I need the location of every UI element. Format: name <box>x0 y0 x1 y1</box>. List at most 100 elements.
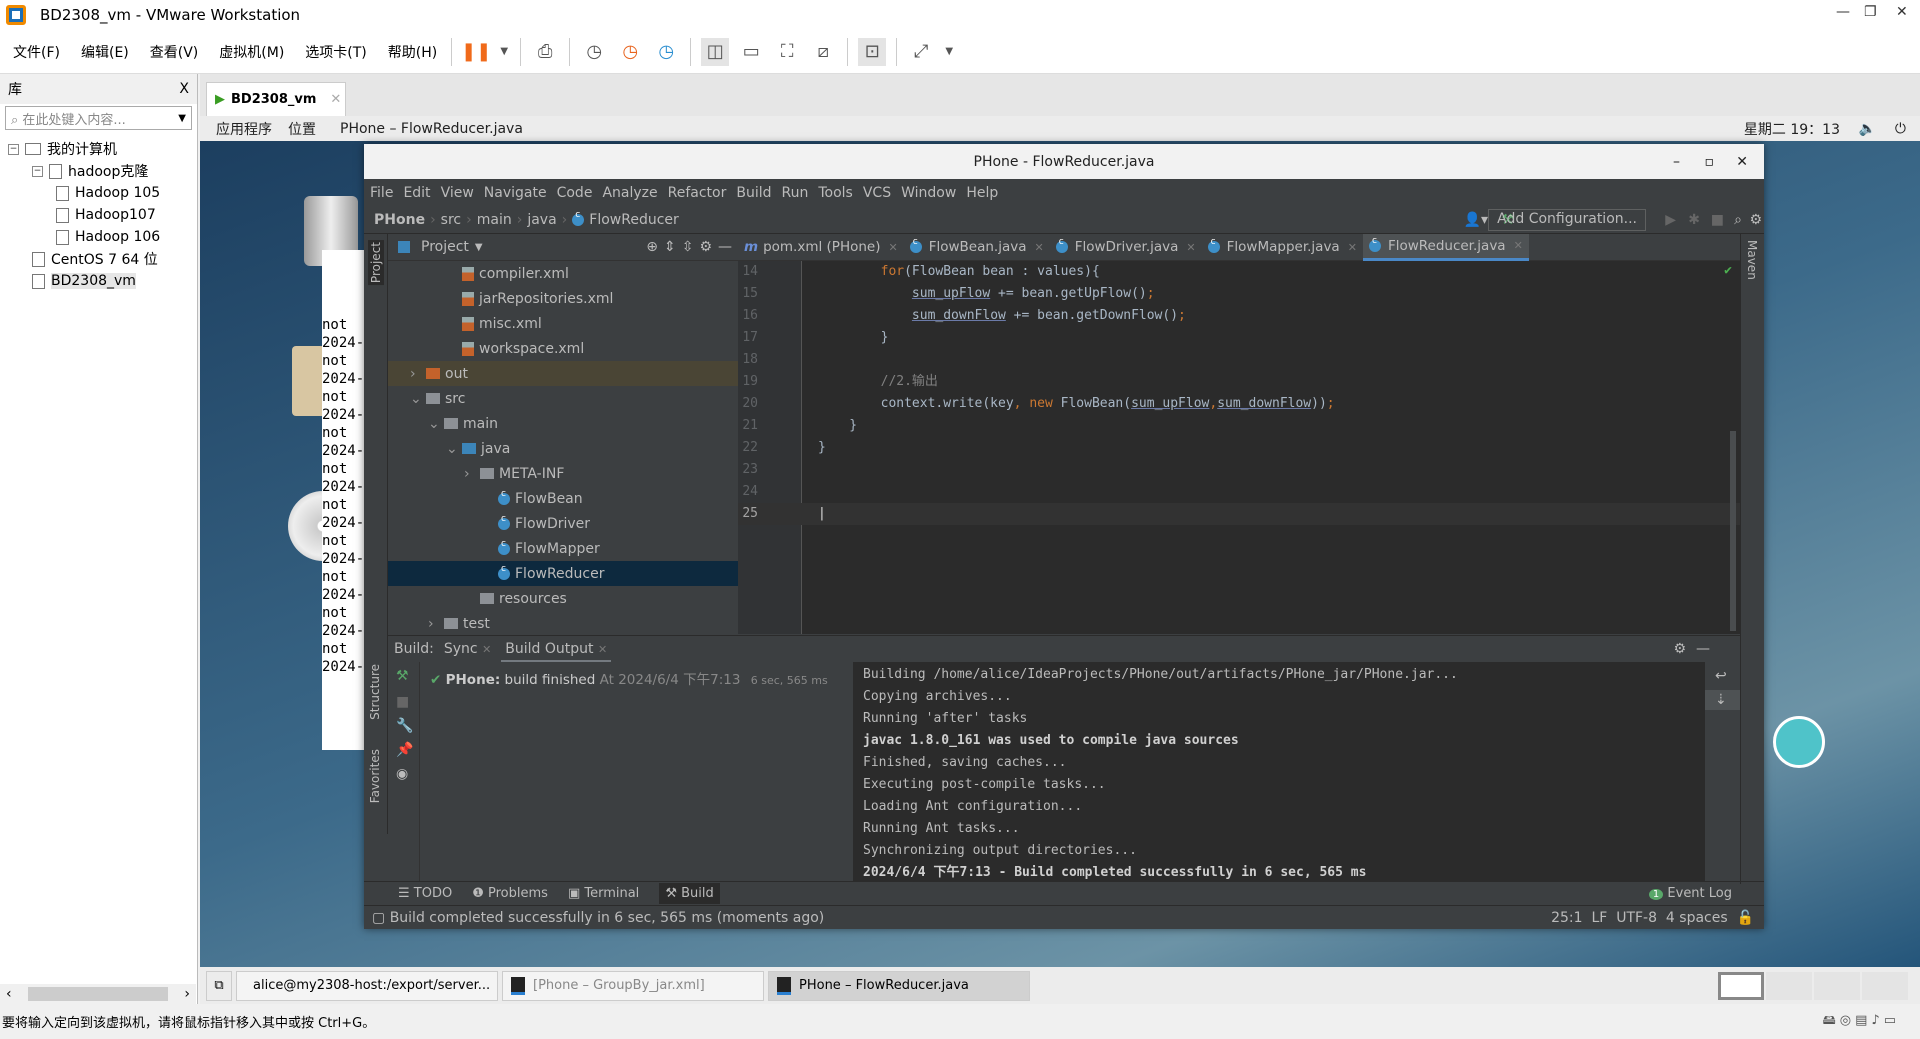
restore-button[interactable]: ❐ <box>1864 4 1877 20</box>
expand-arrow-icon[interactable]: ⌄ <box>428 416 444 432</box>
library-item[interactable]: Hadoop 106 <box>0 226 197 248</box>
scroll-to-end-icon[interactable]: ⇣ <box>1705 690 1740 710</box>
ide-close-button[interactable]: ✕ <box>1736 154 1748 170</box>
event-log-button[interactable]: 1 Event Log <box>1648 886 1732 901</box>
debug-icon[interactable]: ✱ <box>1688 212 1700 228</box>
project-tree-item[interactable]: FlowMapper <box>388 536 738 561</box>
code-line[interactable]: 15 sum_upFlow += bean.getUpFlow(); <box>738 283 1740 305</box>
menu-tabs[interactable]: 选项卡(T) <box>292 42 374 62</box>
tab-close-icon[interactable]: ✕ <box>1514 239 1523 252</box>
tab-close-icon[interactable]: ✕ <box>1035 241 1044 254</box>
expand-arrow-icon[interactable]: ⌄ <box>446 441 462 457</box>
project-view-selector[interactable]: Project <box>421 239 469 255</box>
chevron-down-icon[interactable]: ▼ <box>943 38 955 66</box>
library-item[interactable]: − 我的计算机 <box>0 138 197 160</box>
vm-tab[interactable]: ▶ BD2308_vm ✕ <box>206 82 346 116</box>
structure-tool-button[interactable]: Structure <box>368 664 382 720</box>
hide-icon[interactable]: — <box>718 239 732 255</box>
workspace-3[interactable] <box>1814 971 1860 1000</box>
build-output-console[interactable]: Building /home/alice/IdeaProjects/PHone/… <box>853 662 1705 881</box>
places-menu[interactable]: 位置 <box>288 119 316 139</box>
library-item[interactable]: Hadoop 105 <box>0 182 197 204</box>
editor-tab[interactable]: m pom.xml (PHone) ✕ <box>738 234 904 261</box>
library-view-icon[interactable]: ◫ <box>701 37 730 66</box>
project-tree-item[interactable]: workspace.xml <box>388 336 738 361</box>
code-line[interactable]: 23 <box>738 459 1740 481</box>
power-icon[interactable]: ⏻ <box>1895 121 1906 137</box>
workspace-2[interactable] <box>1766 971 1812 1000</box>
chevron-down-icon[interactable]: ▼ <box>498 38 510 66</box>
unity-icon[interactable]: ⧄ <box>809 38 837 66</box>
minimize-button[interactable]: — <box>1836 4 1850 20</box>
project-tree-item[interactable]: › test <box>388 611 738 636</box>
project-tree-item[interactable]: jarRepositories.xml <box>388 286 738 311</box>
expand-arrow-icon[interactable]: › <box>428 616 444 632</box>
problems-tab[interactable]: ❶ Problems <box>472 886 548 901</box>
project-tree-item[interactable]: compiler.xml <box>388 261 738 286</box>
ide-menu-analyze[interactable]: Analyze <box>602 185 657 201</box>
status-icon[interactable]: ▢ <box>372 910 385 926</box>
pin-icon[interactable]: 📌 <box>388 738 419 762</box>
run-icon[interactable]: ▶ <box>1665 212 1676 228</box>
user-icon[interactable]: 👤▾ <box>1464 212 1488 228</box>
ide-maximize-button[interactable]: ▫ <box>1705 154 1715 170</box>
ide-menu-tools[interactable]: Tools <box>818 185 853 201</box>
ide-menu-help[interactable]: Help <box>966 185 998 201</box>
locate-icon[interactable]: ⊕ <box>646 239 658 255</box>
close-button[interactable]: ✕ <box>1896 4 1908 20</box>
library-close-button[interactable]: X <box>179 81 189 97</box>
device-status-icons[interactable]: 🖴◎▤♪▭ <box>1823 1011 1900 1033</box>
workspace-4[interactable] <box>1862 971 1908 1000</box>
add-configuration-button[interactable]: Add Configuration... <box>1488 209 1646 231</box>
console-view-icon[interactable]: ⊡ <box>858 37 887 66</box>
settings-icon[interactable]: ⚙ <box>699 239 712 255</box>
project-tree-item[interactable]: ⌄ main <box>388 411 738 436</box>
tab-close-icon[interactable]: ✕ <box>888 241 897 254</box>
editor-tab[interactable]: FlowReducer.java ✕ <box>1362 233 1529 261</box>
ide-minimize-button[interactable]: – <box>1673 154 1680 170</box>
hide-icon[interactable]: — <box>1696 641 1710 657</box>
caret-position[interactable]: 25:1 <box>1551 910 1582 926</box>
file-encoding[interactable]: UTF-8 <box>1616 910 1657 926</box>
ide-menu-run[interactable]: Run <box>782 185 809 201</box>
revert-snapshot-icon[interactable]: ◷ <box>616 38 644 66</box>
menu-help[interactable]: 帮助(H) <box>375 42 445 62</box>
code-line[interactable]: 20 context.write(key, new FlowBean(sum_u… <box>738 393 1740 415</box>
code-line[interactable]: 17 } <box>738 327 1740 349</box>
code-editor[interactable]: 14 for(FlowBean bean : values){15 sum_up… <box>738 261 1740 634</box>
menu-view[interactable]: 查看(V) <box>137 42 207 62</box>
breadcrumb-java[interactable]: java <box>527 212 556 228</box>
taskbar-window-button[interactable]: alice@my2308-host:/export/server... <box>236 970 498 1001</box>
code-line[interactable]: 22} <box>738 437 1740 459</box>
snapshot-icon[interactable]: ◷ <box>580 38 608 66</box>
editor-tab[interactable]: FlowMapper.java ✕ <box>1202 234 1363 261</box>
code-line[interactable]: 21 } <box>738 415 1740 437</box>
tab-sync[interactable]: Sync ✕ <box>444 641 491 657</box>
library-scrollbar[interactable]: ‹ › <box>0 984 196 1004</box>
workspace-1[interactable] <box>1718 971 1764 1000</box>
code-line[interactable]: 14 for(FlowBean bean : values){ <box>738 261 1740 283</box>
ide-menu-view[interactable]: View <box>441 185 474 201</box>
taskbar-window-button[interactable]: [Phone – GroupBy_jar.xml] <box>502 970 764 1001</box>
editor-tab[interactable]: FlowBean.java ✕ <box>904 234 1050 261</box>
line-separator[interactable]: LF <box>1591 910 1607 926</box>
full-screen-icon[interactable]: ⛶ <box>773 38 801 66</box>
code-line[interactable]: 16 sum_downFlow += bean.getDownFlow(); <box>738 305 1740 327</box>
project-tool-button[interactable]: Project <box>368 240 384 286</box>
terminal-tab[interactable]: ▣ Terminal <box>568 886 639 901</box>
code-line[interactable]: 19 //2.输出 <box>738 371 1740 393</box>
collapse-icon[interactable]: − <box>8 143 19 155</box>
expand-arrow-icon[interactable]: › <box>410 366 426 382</box>
breadcrumb-main[interactable]: main <box>477 212 512 228</box>
breadcrumb-file[interactable]: FlowReducer <box>589 212 679 228</box>
eye-icon[interactable]: ◉ <box>388 762 419 786</box>
menu-vm[interactable]: 虚拟机(M) <box>206 42 292 62</box>
clock[interactable]: 星期二 19：13 <box>1744 119 1840 139</box>
library-item[interactable]: CentOS 7 64 位 <box>0 248 197 270</box>
favorites-tool-button[interactable]: Favorites <box>368 749 382 803</box>
stop-icon[interactable]: ■ <box>388 690 419 714</box>
breadcrumb-src[interactable]: src <box>441 212 461 228</box>
soft-wrap-icon[interactable]: ↩ <box>1705 662 1740 690</box>
library-item[interactable]: BD2308_vm <box>0 270 197 292</box>
project-tree-item[interactable]: FlowBean <box>388 486 738 511</box>
